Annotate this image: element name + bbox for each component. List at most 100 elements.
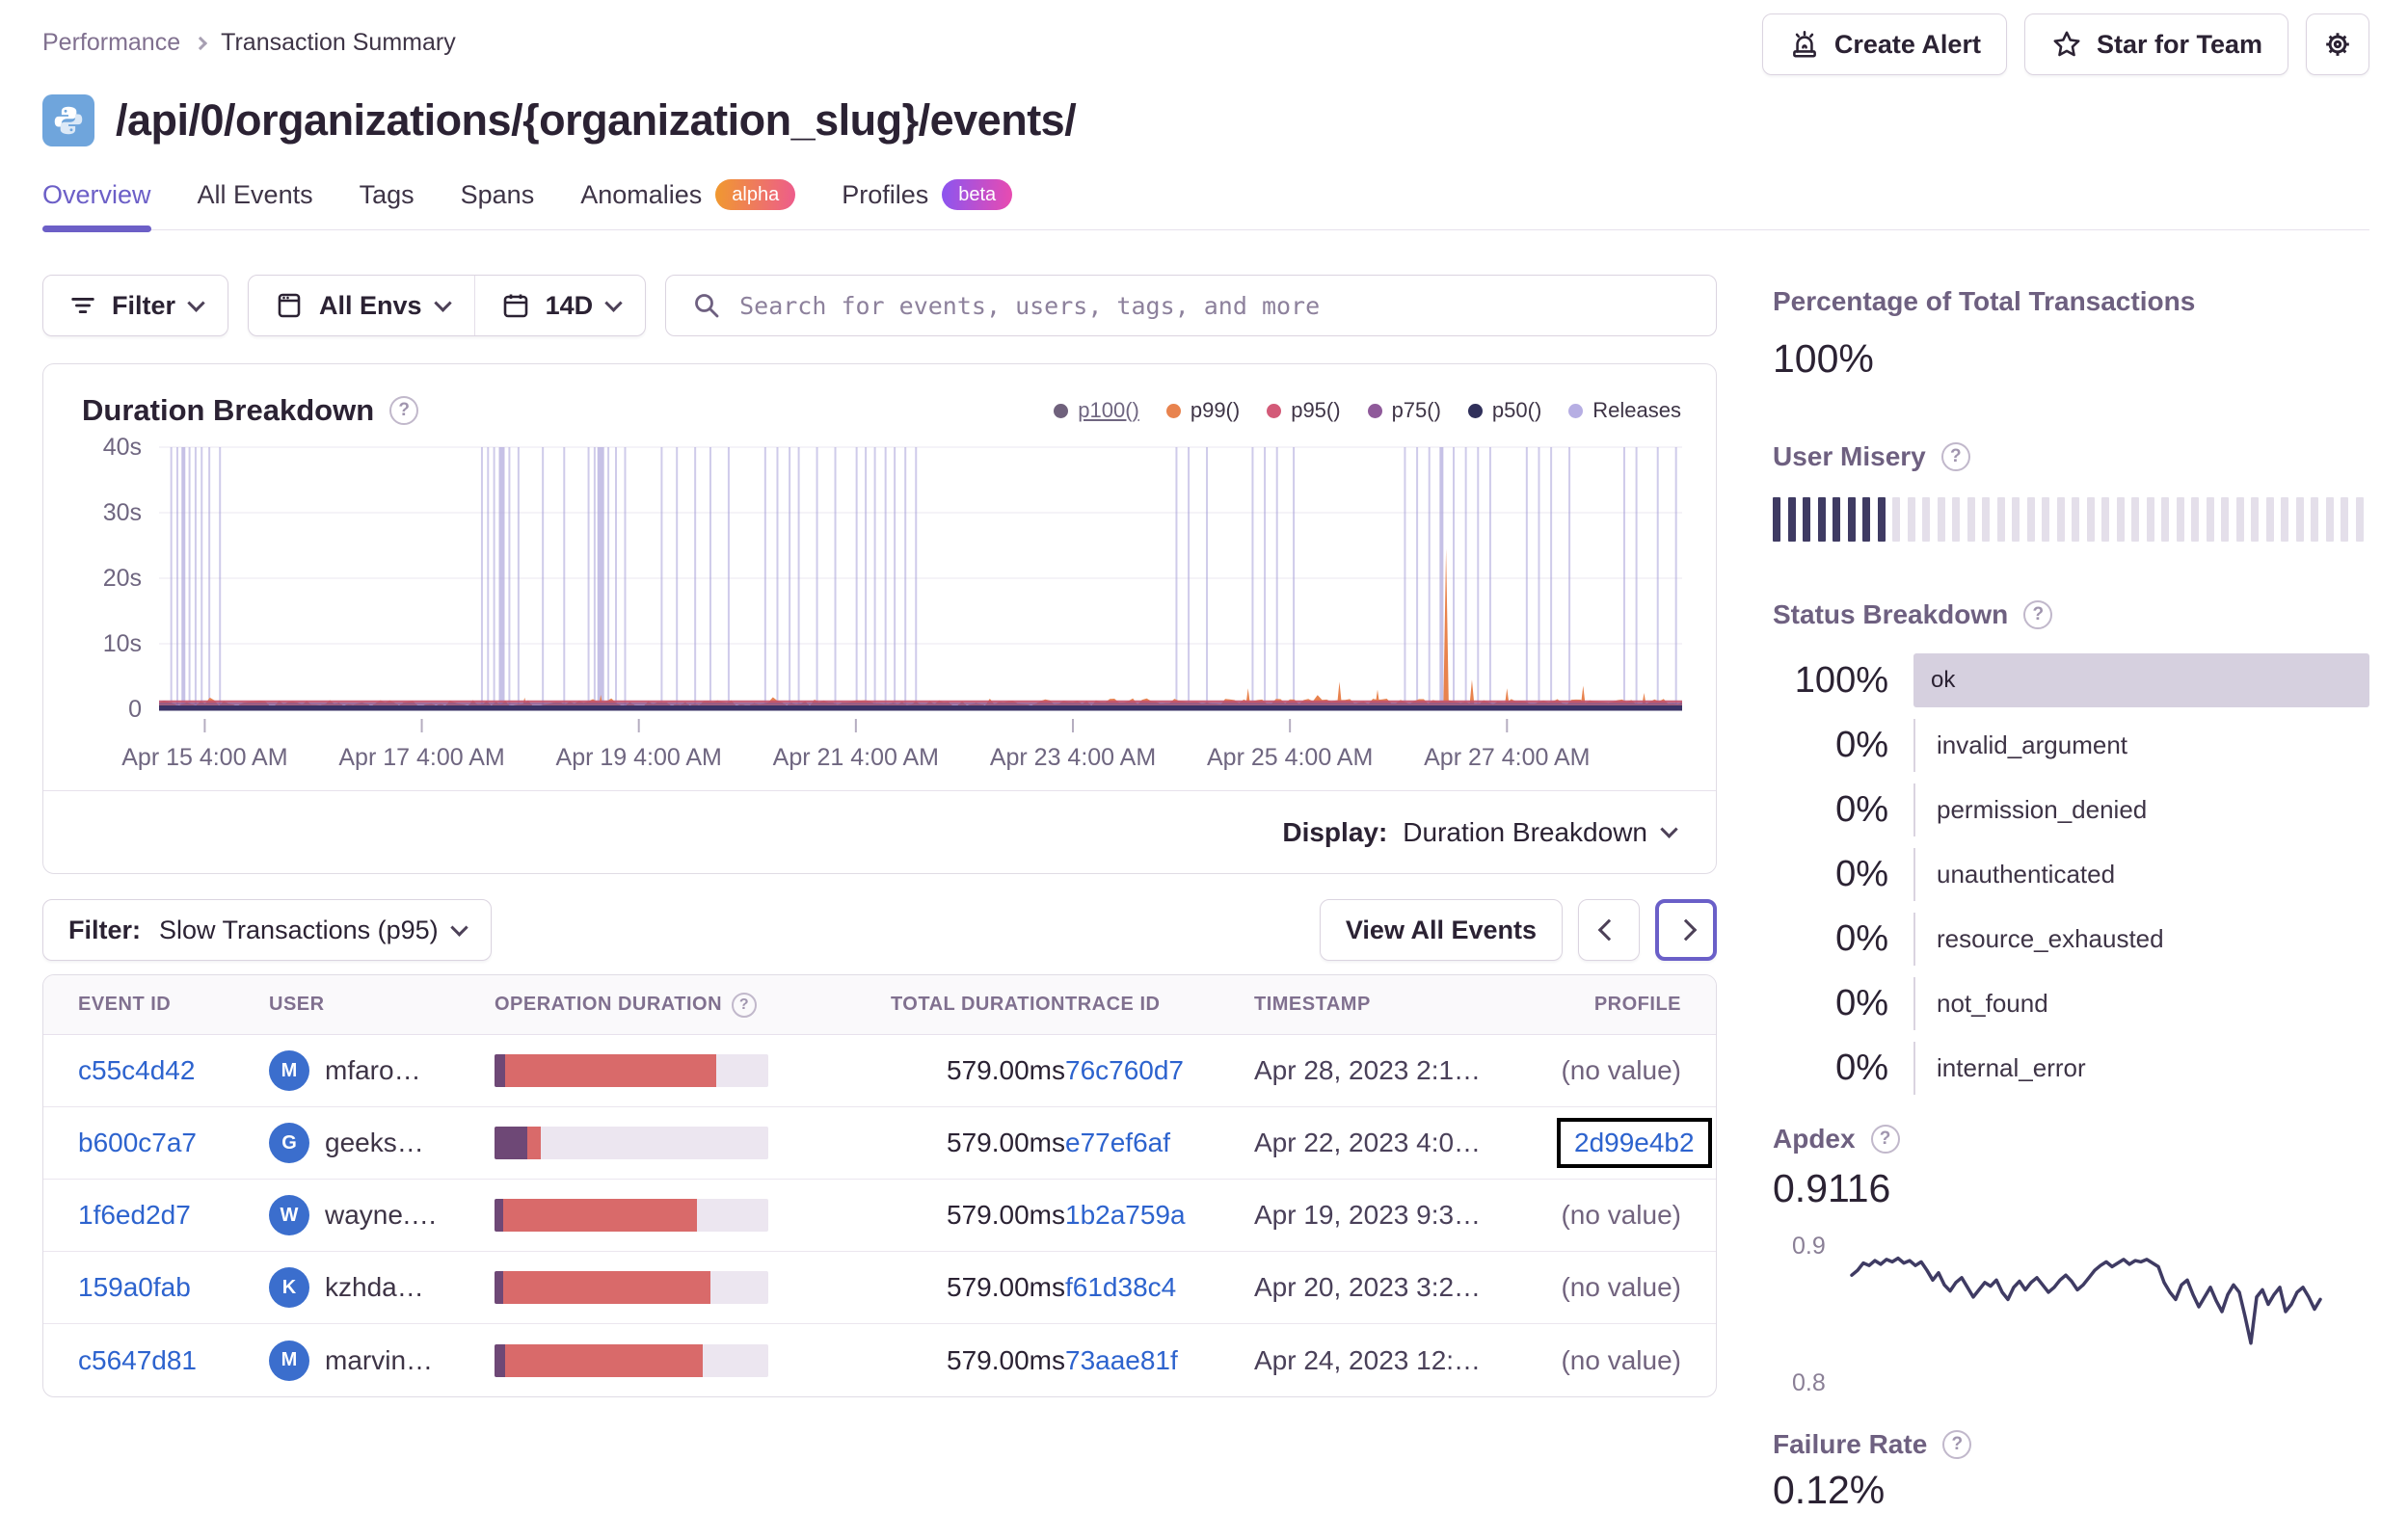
duration-breakdown-panel: Duration Breakdown ? p100() p99() p95() p75… [42, 363, 1717, 874]
legend-item-p100[interactable]: p100() [1054, 398, 1139, 423]
trace-id-link[interactable]: f61d38c4 [1065, 1272, 1254, 1303]
misery-bar-empty [2281, 497, 2288, 542]
previous-page-button[interactable] [1578, 899, 1640, 961]
date-range-dropdown[interactable]: 14D [473, 276, 646, 335]
column-header-label: USER [269, 994, 325, 1015]
event-id-link[interactable]: 1f6ed2d7 [78, 1200, 269, 1231]
environment-dropdown[interactable]: All Envs [249, 276, 474, 335]
avatar: M [269, 1340, 309, 1381]
column-header-timestamp: TIMESTAMP [1254, 994, 1557, 1016]
tab-anomalies[interactable]: Anomalies alpha [580, 179, 796, 229]
avatar: K [269, 1267, 309, 1308]
help-icon[interactable]: ? [1870, 1125, 1900, 1154]
status-row-resource_exhausted: 0% resource_exhausted [1773, 913, 2369, 966]
profile-cell: (no value) [1557, 1272, 1681, 1303]
help-icon[interactable]: ? [1942, 1430, 1972, 1459]
trace-id-link[interactable]: e77ef6af [1065, 1128, 1254, 1158]
legend-item-p99[interactable]: p99() [1165, 398, 1240, 423]
environments-icon [278, 293, 301, 318]
date-range-label: 14D [545, 290, 594, 320]
help-icon[interactable]: ? [732, 992, 758, 1018]
tab-overview[interactable]: Overview [42, 179, 151, 232]
profile-id-link[interactable]: 2d99e4b2 [1574, 1128, 1695, 1157]
search-icon [695, 294, 719, 318]
chevron-down-icon [1660, 820, 1678, 838]
legend-item-p50[interactable]: p50() [1467, 398, 1541, 423]
svg-text:Apr 19 4:00 AM: Apr 19 4:00 AM [556, 744, 722, 771]
status-label: resource_exhausted [1913, 913, 2369, 966]
misery-bar-empty [1922, 497, 1930, 542]
breadcrumb-performance[interactable]: Performance [42, 29, 180, 57]
tab-label: All Events [197, 179, 313, 209]
avatar: M [269, 1050, 309, 1091]
search-input[interactable] [739, 291, 1691, 320]
display-value-dropdown[interactable]: Duration Breakdown [1403, 817, 1647, 848]
view-all-events-button[interactable]: View All Events [1319, 899, 1563, 961]
tab-spans[interactable]: Spans [461, 179, 535, 229]
legend-item-p95[interactable]: p95() [1267, 398, 1341, 423]
user-misery-heading: User Misery ? [1773, 441, 2369, 472]
star-icon [2053, 31, 2080, 57]
help-icon[interactable]: ? [2023, 600, 2053, 629]
status-breakdown-heading: Status Breakdown ? [1773, 599, 2369, 630]
column-header-operation-duration: OPERATION DURATION? [495, 992, 834, 1018]
tab-label: Overview [42, 179, 151, 209]
trace-id-link[interactable]: 73aae81f [1065, 1345, 1254, 1376]
column-header-label: TOTAL DURATION [890, 994, 1065, 1015]
operation-duration-bar [495, 1054, 768, 1087]
settings-button[interactable] [2306, 13, 2369, 75]
svg-text:Apr 17 4:00 AM: Apr 17 4:00 AM [338, 744, 504, 771]
operation-duration-bar [495, 1127, 768, 1159]
create-alert-button[interactable]: Create Alert [1761, 13, 2007, 75]
status-label: not_found [1913, 977, 2369, 1030]
timestamp-cell: Apr 24, 2023 12:… [1254, 1344, 1482, 1375]
help-icon[interactable]: ? [389, 396, 419, 425]
next-page-button[interactable] [1655, 899, 1717, 961]
trace-id-link[interactable]: 1b2a759a [1065, 1200, 1254, 1231]
total-duration-cell: 579.00ms [947, 1200, 1065, 1230]
tab-profiles[interactable]: Profiles beta [842, 179, 1013, 229]
total-transactions-heading: Percentage of Total Transactions [1773, 286, 2196, 316]
bar-segment-db [495, 1343, 506, 1377]
breadcrumb-current: Transaction Summary [221, 29, 456, 56]
total-duration-cell: 579.00ms [947, 1055, 1065, 1085]
header-actions: Create Alert Star for Team [1761, 13, 2369, 75]
legend-item-p75[interactable]: p75() [1367, 398, 1441, 423]
help-icon[interactable]: ? [1940, 442, 1970, 471]
total-transactions-section: Percentage of Total Transactions 100% [1773, 286, 2369, 382]
tab-all-events[interactable]: All Events [198, 179, 313, 229]
title-row: /api/0/organizations/{organization_slug}… [42, 94, 2369, 146]
misery-bar-filled [1787, 497, 1796, 542]
operation-duration-bar [495, 1343, 768, 1377]
misery-bar-empty [2131, 497, 2139, 542]
tab-label: Profiles [842, 179, 929, 209]
column-header-event-id: EVENT ID [78, 994, 269, 1016]
timestamp-cell: Apr 20, 2023 3:2… [1254, 1272, 1482, 1302]
user-name: kzhda… [325, 1272, 424, 1302]
duration-breakdown-chart[interactable]: 40s 30s 20s 10s 0 Apr 15 4:00 AM Apr 17 4:00 A… [43, 432, 1716, 790]
profile-cell: (no value) [1557, 1345, 1681, 1376]
event-id-link[interactable]: c55c4d42 [78, 1055, 269, 1086]
status-breakdown-list: 100% ok 0% invalid_argument 0% permission_den… [1773, 653, 2369, 1095]
apdex-trend-chart: 0.9 0.8 [1792, 1233, 2322, 1391]
legend-item-Releases[interactable]: Releases [1568, 398, 1681, 423]
misery-bar-empty [1937, 497, 1945, 542]
event-id-link[interactable]: 159a0fab [78, 1272, 269, 1303]
event-id-link[interactable]: c5647d81 [78, 1345, 269, 1376]
apdex-heading: Apdex ? [1773, 1124, 2369, 1155]
filter-dropdown[interactable]: Filter [42, 275, 229, 336]
legend-label: p100() [1078, 398, 1139, 422]
tab-tags[interactable]: Tags [360, 179, 415, 229]
svg-text:0.9: 0.9 [1792, 1233, 1826, 1260]
misery-bar-empty [1996, 497, 2005, 542]
chevron-right-icon [1674, 918, 1698, 942]
trace-id-link[interactable]: 76c760d7 [1065, 1055, 1254, 1086]
star-for-team-button[interactable]: Star for Team [2023, 13, 2288, 75]
slow-transactions-filter-dropdown[interactable]: Filter: Slow Transactions (p95) [42, 899, 492, 961]
misery-bar-empty [1952, 497, 1960, 542]
status-bar-ok: ok [1913, 653, 2369, 707]
user-name: wayne.… [325, 1200, 438, 1230]
svg-text:10s: 10s [103, 630, 142, 657]
status-row-not_found: 0% not_found [1773, 977, 2369, 1030]
event-id-link[interactable]: b600c7a7 [78, 1128, 269, 1158]
